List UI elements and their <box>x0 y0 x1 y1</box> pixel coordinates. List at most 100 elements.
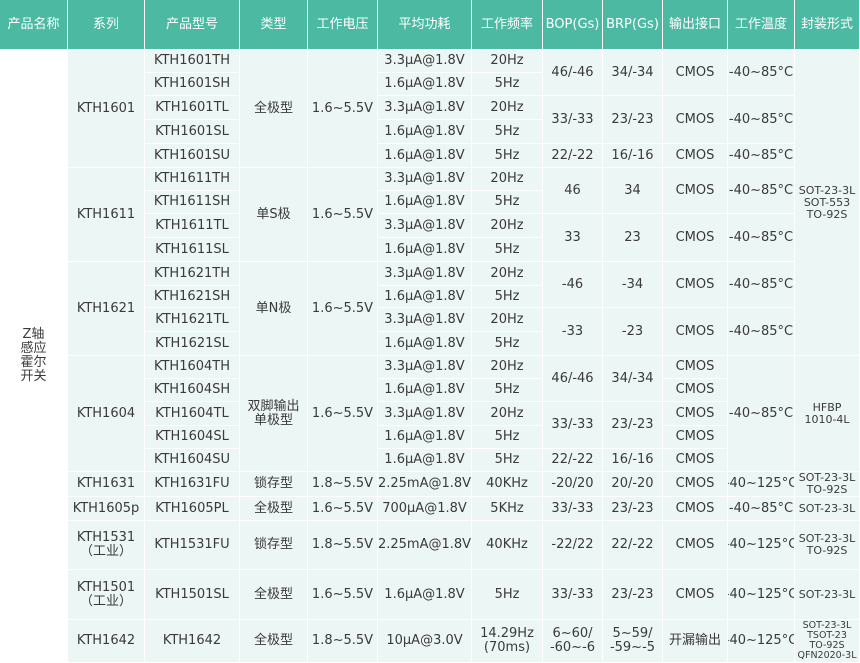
table-cell: KTH1621TL <box>145 308 240 332</box>
table-cell: KTH1604TH <box>145 356 240 379</box>
table-cell: 3.3μA@1.8V <box>378 214 472 238</box>
table-cell: -40~85°C <box>728 168 795 214</box>
table-cell: 20Hz <box>472 214 543 238</box>
table-cell: SOT-23-3L TO-92S <box>795 472 860 497</box>
table-cell: KTH1611TL <box>145 214 240 238</box>
table-cell: -40~85°C <box>728 214 795 262</box>
table-cell: 20Hz <box>472 308 543 332</box>
table-cell: CMOS <box>663 426 728 449</box>
table-cell: 5Hz <box>472 144 543 168</box>
table-cell: CMOS <box>663 570 728 620</box>
header-cell: BRP(Gs) <box>603 0 663 50</box>
table-cell: SOT-23-3L <box>795 497 860 521</box>
table-cell: 5Hz <box>472 191 543 214</box>
table-cell: KTH1605p <box>68 497 145 521</box>
table-cell: 5KHz <box>472 497 543 521</box>
table-cell: 5Hz <box>472 332 543 356</box>
table-cell: 3.3μA@1.8V <box>378 50 472 73</box>
table-cell: KTH1601SL <box>145 120 240 144</box>
table-cell: -40~85°C <box>728 262 795 308</box>
table-cell: CMOS <box>663 379 728 402</box>
table-cell: 3.3μA@1.8V <box>378 402 472 426</box>
table-cell: 1.6μA@1.8V <box>378 191 472 214</box>
table-cell: KTH1601SH <box>145 73 240 96</box>
header-cell: BOP(Gs) <box>543 0 603 50</box>
table-cell: 23/-23 <box>603 402 663 449</box>
table-cell: SOT-23-3L <box>795 570 860 620</box>
table-cell: 20Hz <box>472 356 543 379</box>
table-cell: 1.6~5.5V <box>308 497 378 521</box>
table-cell: 5Hz <box>472 73 543 96</box>
table-cell: 1.6μA@1.8V <box>378 120 472 144</box>
table-cell: 5Hz <box>472 426 543 449</box>
table-cell: 700μA@1.8V <box>378 497 472 521</box>
table-cell: 1.6μA@1.8V <box>378 286 472 308</box>
table-cell: 1.6~5.5V <box>308 50 378 168</box>
table-cell: -40~125°C <box>728 620 795 663</box>
table-cell: 3.3μA@1.8V <box>378 308 472 332</box>
table-cell: -40~125°C <box>728 472 795 497</box>
table-cell: 1.6μA@1.8V <box>378 449 472 472</box>
table-cell: 22/-22 <box>543 144 603 168</box>
table-cell: 2.25mA@1.8V <box>378 472 472 497</box>
table-cell: 1.6μA@1.8V <box>378 570 472 620</box>
header-cell: 系列 <box>68 0 145 50</box>
table-cell: 1.6μA@1.8V <box>378 73 472 96</box>
table-cell: KTH1531 （工业） <box>68 521 145 570</box>
table-cell: 33/-33 <box>543 570 603 620</box>
table-cell: 5Hz <box>472 120 543 144</box>
table-cell: 22/-22 <box>603 521 663 570</box>
table-cell: 开漏输出 <box>663 620 728 663</box>
table-cell: KTH1601 <box>68 50 145 168</box>
table-cell: 2.25mA@1.8V <box>378 521 472 570</box>
table-cell: 1.8~5.5V <box>308 521 378 570</box>
header-cell: 输出接口 <box>663 0 728 50</box>
table-cell: 双脚输出 单极型 <box>240 356 308 472</box>
table-cell: 23/-23 <box>603 570 663 620</box>
table-cell: 20Hz <box>472 262 543 286</box>
header-cell: 类型 <box>240 0 308 50</box>
table-cell: KTH1642 <box>68 620 145 663</box>
table-cell: -40~125°C <box>728 521 795 570</box>
table-cell: KTH1621SL <box>145 332 240 356</box>
table-cell: CMOS <box>663 356 728 379</box>
table-cell: 16/-16 <box>603 449 663 472</box>
table-cell: 33/-33 <box>543 402 603 449</box>
header-cell: 产品型号 <box>145 0 240 50</box>
table-cell: 1.8~5.5V <box>308 472 378 497</box>
table-cell: KTH1604TL <box>145 402 240 426</box>
table-cell: 23/-23 <box>603 96 663 144</box>
table-cell: 20Hz <box>472 168 543 191</box>
table-cell: CMOS <box>663 449 728 472</box>
table-cell: -40~85°C <box>728 96 795 144</box>
table-cell: KTH1501 （工业） <box>68 570 145 620</box>
table-cell: 20/-20 <box>603 472 663 497</box>
table-cell: 1.8~5.5V <box>308 620 378 663</box>
table-cell: 46 <box>543 168 603 214</box>
table-cell: 46/-46 <box>543 50 603 96</box>
table-cell: 34/-34 <box>603 356 663 402</box>
table-cell: -33 <box>543 308 603 356</box>
table-cell: 全极型 <box>240 50 308 168</box>
table-cell: KTH1631 <box>68 472 145 497</box>
table-cell: 1.6~5.5V <box>308 356 378 472</box>
table-cell: 14.29Hz (70ms) <box>472 620 543 663</box>
table-cell: KTH1604SU <box>145 449 240 472</box>
table-cell: 16/-16 <box>603 144 663 168</box>
table-cell: -40~85°C <box>728 50 795 96</box>
table-cell: 3.3μA@1.8V <box>378 356 472 379</box>
table-cell: CMOS <box>663 50 728 96</box>
table-cell: -46 <box>543 262 603 308</box>
header-cell: 平均功耗 <box>378 0 472 50</box>
table-cell: 40KHz <box>472 472 543 497</box>
table-cell: KTH1501SL <box>145 570 240 620</box>
header-cell: 封装形式 <box>795 0 860 50</box>
table-cell: 5Hz <box>472 570 543 620</box>
table-cell: KTH1601SU <box>145 144 240 168</box>
table-cell: 10μA@3.0V <box>378 620 472 663</box>
table-cell: 3.3μA@1.8V <box>378 168 472 191</box>
table-cell: CMOS <box>663 144 728 168</box>
table-cell: -40~85°C <box>728 497 795 521</box>
table-cell: 20Hz <box>472 96 543 120</box>
header-cell: 工作频率 <box>472 0 543 50</box>
